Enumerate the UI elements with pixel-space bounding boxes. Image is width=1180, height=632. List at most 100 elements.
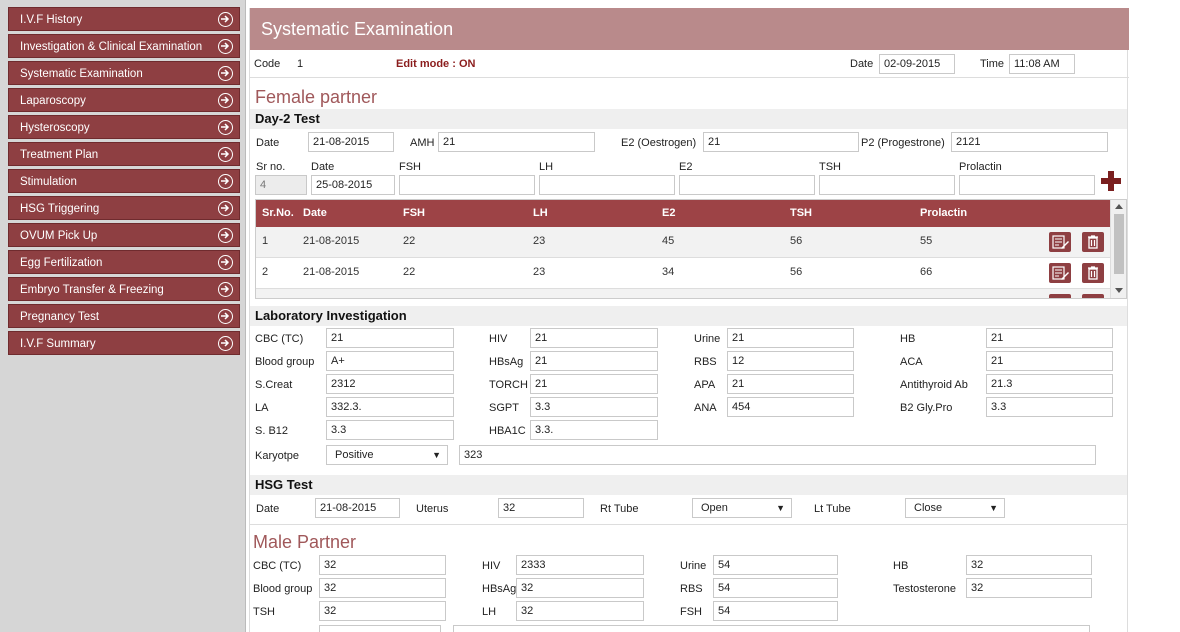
karyotype-select[interactable]: Positive ▼ bbox=[326, 445, 448, 465]
entry-fsh-field[interactable] bbox=[399, 175, 535, 195]
sidebar-item-stimulation[interactable]: Stimulation bbox=[8, 169, 240, 193]
lab-antithyroid-field[interactable]: 21.3 bbox=[986, 374, 1113, 394]
rt-tube-select[interactable]: Open ▼ bbox=[692, 498, 792, 518]
lab-urine-field[interactable]: 21 bbox=[727, 328, 854, 348]
male-testosterone-field[interactable]: 32 bbox=[966, 578, 1092, 598]
lt-tube-select[interactable]: Close ▼ bbox=[905, 498, 1005, 518]
day2-date-field[interactable]: 21-08-2015 bbox=[308, 132, 394, 152]
male-hbsag-field[interactable]: 32 bbox=[516, 578, 644, 598]
uterus-field[interactable]: 32 bbox=[498, 498, 584, 518]
male-hb-field[interactable]: 32 bbox=[966, 555, 1092, 575]
male-fsh-field[interactable]: 54 bbox=[713, 601, 838, 621]
sidebar-item-label: HSG Triggering bbox=[20, 203, 100, 215]
code-label: Code bbox=[254, 58, 281, 70]
lab-torch-field[interactable]: 21 bbox=[530, 374, 658, 394]
p2-field[interactable]: 2121 bbox=[951, 132, 1108, 152]
lab-hiv-field[interactable]: 21 bbox=[530, 328, 658, 348]
e2-field[interactable]: 21 bbox=[703, 132, 859, 152]
lt-tube-label: Lt Tube bbox=[814, 503, 851, 515]
lab-apa-field[interactable]: 21 bbox=[727, 374, 854, 394]
hsg-date-field[interactable]: 21-08-2015 bbox=[315, 498, 400, 518]
cell: 55 bbox=[920, 235, 933, 247]
male-lh-field[interactable]: 32 bbox=[516, 601, 644, 621]
sidebar-item-treatment-plan[interactable]: Treatment Plan bbox=[8, 142, 240, 166]
table-row: 1 21-08-2015 22 23 45 56 55 bbox=[256, 227, 1111, 258]
sidebar-item-ivf-summary[interactable]: I.V.F Summary bbox=[8, 331, 240, 355]
scroll-up-icon[interactable] bbox=[1115, 203, 1123, 209]
entry-prolactin-field[interactable] bbox=[959, 175, 1095, 195]
male-karyotype-select[interactable] bbox=[319, 625, 441, 632]
male-label: Testosterone bbox=[893, 583, 956, 595]
table-header: Sr.No. Date FSH LH E2 TSH Prolactin bbox=[256, 200, 1111, 227]
entry-date-field[interactable]: 25-08-2015 bbox=[311, 175, 395, 195]
sidebar-item-pregnancy-test[interactable]: Pregnancy Test bbox=[8, 304, 240, 328]
male-label: TSH bbox=[253, 606, 275, 618]
scroll-down-icon[interactable] bbox=[1115, 288, 1123, 294]
trash-icon[interactable] bbox=[1082, 232, 1104, 252]
sidebar-item-label: Investigation & Clinical Examination bbox=[20, 41, 203, 53]
col-prolactin: Prolactin bbox=[920, 207, 968, 219]
lab-blood-group-field[interactable]: A+ bbox=[326, 351, 454, 371]
lab-aca-field[interactable]: 21 bbox=[986, 351, 1113, 371]
p2-label: P2 (Progestrone) bbox=[861, 137, 945, 149]
scroll-thumb[interactable] bbox=[1114, 214, 1124, 274]
lab-sgpt-field[interactable]: 3.3 bbox=[530, 397, 658, 417]
rt-tube-value: Open bbox=[701, 502, 728, 514]
sidebar-item-ovum-pick-up[interactable]: OVUM Pick Up bbox=[8, 223, 240, 247]
cell: 45 bbox=[662, 235, 675, 247]
sidebar-item-ivf-history[interactable]: I.V.F History bbox=[8, 7, 240, 31]
lab-hbsag-field[interactable]: 21 bbox=[530, 351, 658, 371]
sidebar-item-hysteroscopy[interactable]: Hysteroscopy bbox=[8, 115, 240, 139]
entry-e2-field[interactable] bbox=[679, 175, 815, 195]
edit-icon[interactable] bbox=[1049, 294, 1071, 298]
edit-icon[interactable] bbox=[1049, 232, 1071, 252]
col-tsh: TSH bbox=[790, 207, 812, 219]
entry-lh-field[interactable] bbox=[539, 175, 675, 195]
lab-la-field[interactable]: 332.3. bbox=[326, 397, 454, 417]
male-cbc-field[interactable]: 32 bbox=[319, 555, 446, 575]
lab-ana-field[interactable]: 454 bbox=[727, 397, 854, 417]
entry-tsh-field[interactable] bbox=[819, 175, 955, 195]
sidebar-item-label: Hysteroscopy bbox=[20, 122, 90, 134]
cell: 32 bbox=[920, 297, 932, 298]
lab-cbc-field[interactable]: 21 bbox=[326, 328, 454, 348]
amh-field[interactable]: 21 bbox=[438, 132, 595, 152]
sidebar-item-egg-fertilization[interactable]: Egg Fertilization bbox=[8, 250, 240, 274]
header-date-field[interactable]: 02-09-2015 bbox=[879, 54, 955, 74]
male-blood-group-field[interactable]: 32 bbox=[319, 578, 446, 598]
amh-label: AMH bbox=[410, 137, 435, 149]
lab-sb12-field[interactable]: 3.3 bbox=[326, 420, 454, 440]
sidebar-item-investigation[interactable]: Investigation & Clinical Examination bbox=[8, 34, 240, 58]
male-urine-field[interactable]: 54 bbox=[713, 555, 838, 575]
chevron-down-icon: ▼ bbox=[989, 503, 998, 513]
sidebar-item-systematic[interactable]: Systematic Examination bbox=[8, 61, 240, 85]
lab-label: HBsAg bbox=[489, 356, 524, 368]
lab-label: SGPT bbox=[489, 402, 519, 414]
lab-hb-field[interactable]: 21 bbox=[986, 328, 1113, 348]
plus-icon[interactable] bbox=[1101, 171, 1121, 191]
arrow-circle-right-icon bbox=[218, 66, 233, 81]
header-time-field[interactable]: 11:08 AM bbox=[1009, 54, 1075, 74]
karyotype-label: Karyotpe bbox=[255, 450, 300, 462]
lab-rbs-field[interactable]: 12 bbox=[727, 351, 854, 371]
lab-screat-field[interactable]: 2312 bbox=[326, 374, 454, 394]
trash-icon[interactable] bbox=[1082, 294, 1104, 298]
male-note-field[interactable] bbox=[453, 625, 1090, 632]
male-label: CBC (TC) bbox=[253, 560, 302, 572]
arrow-circle-right-icon bbox=[218, 120, 233, 135]
edit-icon[interactable] bbox=[1049, 263, 1071, 283]
sidebar-item-embryo-transfer[interactable]: Embryo Transfer & Freezing bbox=[8, 277, 240, 301]
lab-hba1c-field[interactable]: 3.3. bbox=[530, 420, 658, 440]
sidebar-item-laparoscopy[interactable]: Laparoscopy bbox=[8, 88, 240, 112]
sidebar-item-label: Systematic Examination bbox=[20, 68, 143, 80]
table-scrollbar[interactable] bbox=[1110, 200, 1126, 298]
male-rbs-field[interactable]: 54 bbox=[713, 578, 838, 598]
lab-heading: Laboratory Investigation bbox=[250, 306, 1127, 326]
male-tsh-field[interactable]: 32 bbox=[319, 601, 446, 621]
male-hiv-field[interactable]: 2333 bbox=[516, 555, 644, 575]
karyotype-note-field[interactable]: 323 bbox=[459, 445, 1096, 465]
trash-icon[interactable] bbox=[1082, 263, 1104, 283]
lab-b2glypro-field[interactable]: 3.3 bbox=[986, 397, 1113, 417]
sidebar-item-hsg-triggering[interactable]: HSG Triggering bbox=[8, 196, 240, 220]
entry-prolactin-label: Prolactin bbox=[959, 161, 1002, 173]
